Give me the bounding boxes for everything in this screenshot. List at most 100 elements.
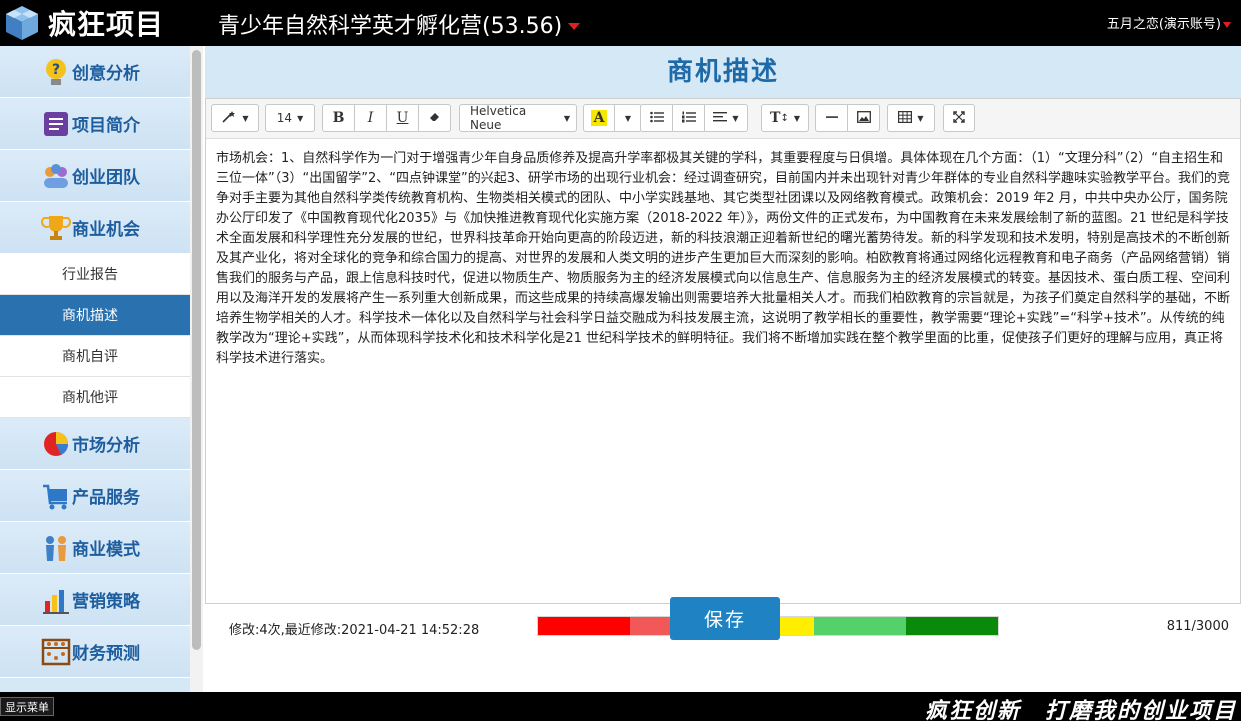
svg-text:?: ?: [52, 62, 60, 78]
chevron-down-icon: ▼: [563, 113, 570, 123]
align-dropdown[interactable]: ▼: [704, 104, 748, 132]
sidebar-item-product-service[interactable]: 产品服务: [0, 470, 190, 522]
modification-info: 修改:4次,最近修改:2021-04-21 14:52:28: [229, 623, 480, 638]
user-menu[interactable]: 五月之恋(演示账号): [1107, 13, 1231, 32]
expand-icon: [953, 110, 965, 126]
user-name: 五月之恋(演示账号): [1106, 17, 1221, 32]
editor-content[interactable]: 市场机会：1、自然科学作为一门对于增强青少年自身品质修养及提高升学率都极其关键的…: [216, 149, 1232, 369]
font-family-value: Helvetica Neue: [470, 104, 527, 132]
underline-label: U: [396, 110, 409, 126]
sidebar-item-project-intro[interactable]: 项目简介: [0, 98, 190, 150]
format-group: B I U: [322, 104, 451, 132]
fullscreen-group: [943, 104, 975, 132]
sidebar-item-label: 市场分析: [72, 436, 140, 456]
project-title: 青少年自然科学英才孵化营(53.56): [218, 14, 563, 39]
app-logo[interactable]: 疯狂项目: [2, 3, 164, 43]
bold-label: B: [332, 110, 345, 126]
progress-segment-5: [906, 617, 998, 635]
sidebar-subitem-industry-report[interactable]: 行业报告: [0, 254, 190, 295]
color-group: A ▼: [583, 104, 642, 132]
sidebar-item-label: 创意分析: [72, 64, 140, 84]
sidebar-item-market-analysis[interactable]: 市场分析: [0, 418, 190, 470]
chevron-down-icon: ▼: [917, 113, 924, 123]
horizontal-rule-button[interactable]: [815, 104, 848, 132]
chevron-down-icon: ▼: [297, 113, 304, 123]
lightbulb-question-icon: ?: [40, 56, 72, 88]
chevron-down-icon: ▼: [242, 113, 249, 123]
font-size-dropdown[interactable]: 14 ▼: [265, 104, 315, 132]
bar-chart-icon: [40, 584, 72, 616]
image-icon: [856, 110, 871, 126]
insert-table-dropdown[interactable]: ▼: [887, 104, 935, 132]
cart-icon: [40, 480, 72, 512]
eraser-icon: [429, 111, 441, 126]
line-height-group: T ↕ ▼: [761, 104, 809, 132]
project-selector[interactable]: 青少年自然科学英才孵化营(53.56): [218, 8, 581, 40]
highlight-icon: A: [590, 110, 608, 126]
sidebar-subitem-self-assessment[interactable]: 商机自评: [0, 336, 190, 377]
underline-button[interactable]: U: [386, 104, 419, 132]
chevron-down-icon: ▼: [732, 113, 739, 123]
page-title: 商机描述: [666, 57, 779, 87]
chevron-down-icon: [1223, 21, 1231, 28]
numbered-list-icon: [681, 111, 696, 126]
progress-segment-1: [538, 617, 630, 635]
logo-text: 疯狂项目: [48, 8, 165, 41]
sidebar-subitem-opportunity-description[interactable]: 商机描述: [0, 295, 190, 336]
table-group: ▼: [887, 104, 935, 132]
sidebar-item-team[interactable]: 创业团队: [0, 150, 190, 202]
updown-icon: ↕: [780, 112, 789, 124]
main-panel: 商机描述 ▼ 14 ▼ B I U Helvetica Neue ▼ A ▼ ▼…: [205, 46, 1241, 692]
magic-style-button[interactable]: ▼: [211, 104, 259, 132]
fullscreen-button[interactable]: [943, 104, 975, 132]
top-bar: 疯狂项目 青少年自然科学英才孵化营(53.56) 五月之恋(演示账号): [0, 0, 1241, 46]
text-height-icon: T: [770, 110, 781, 126]
show-menu-button[interactable]: 显示菜单: [0, 697, 54, 716]
align-left-icon: [713, 111, 728, 126]
people-model-icon: [40, 532, 72, 564]
ordered-list-button[interactable]: [672, 104, 705, 132]
insert-image-button[interactable]: [847, 104, 880, 132]
sidebar-item-marketing-strategy[interactable]: 营销策略: [0, 574, 190, 626]
scrollbar-thumb[interactable]: [192, 50, 201, 650]
abacus-icon: [40, 636, 72, 668]
bottom-bar: 显示菜单 疯狂创新 打磨我的创业项目: [0, 692, 1241, 724]
font-size-group: 14 ▼: [265, 104, 315, 132]
sidebar-item-label: 商业模式: [72, 540, 140, 560]
character-counter: 811/3000: [1166, 619, 1229, 634]
italic-label: I: [367, 110, 374, 126]
table-icon: [898, 110, 913, 126]
sidebar-item-business-model[interactable]: 商业模式: [0, 522, 190, 574]
insert-group: [815, 104, 880, 132]
slogan: 疯狂创新 打磨我的创业项目: [924, 699, 1237, 724]
sidebar-item-business-opportunity[interactable]: 商业机会: [0, 202, 190, 254]
sidebar-item-label: 创业团队: [72, 168, 140, 188]
font-size-value: 14: [276, 111, 293, 125]
pie-chart-icon: [40, 428, 72, 460]
sidebar-scrollbar[interactable]: [190, 46, 203, 692]
minus-icon: [825, 111, 838, 126]
bold-button[interactable]: B: [322, 104, 355, 132]
highlight-color-button[interactable]: A: [583, 104, 615, 132]
clear-format-button[interactable]: [418, 104, 451, 132]
cube-logo-icon: [2, 3, 42, 43]
chevron-down-icon: [568, 22, 581, 30]
font-family-dropdown[interactable]: Helvetica Neue ▼: [459, 104, 577, 132]
sidebar-item-label: 商业机会: [72, 220, 140, 240]
save-button[interactable]: 保存: [670, 597, 780, 640]
sidebar-item-label: 财务预测: [72, 644, 140, 664]
bullet-list-icon: [649, 111, 664, 126]
italic-button[interactable]: I: [354, 104, 387, 132]
sidebar-item-financial-forecast[interactable]: 财务预测: [0, 626, 190, 678]
trophy-icon: [40, 212, 72, 244]
progress-segment-4: [814, 617, 906, 635]
sidebar-subitem-peer-assessment[interactable]: 商机他评: [0, 377, 190, 418]
chevron-down-icon: ▼: [793, 113, 800, 123]
sidebar-item-creative-analysis[interactable]: ? 创意分析: [0, 46, 190, 98]
editor-toolbar: ▼ 14 ▼ B I U Helvetica Neue ▼ A ▼ ▼ T ↕ …: [206, 99, 1240, 139]
document-icon: [40, 108, 72, 140]
font-family-group: Helvetica Neue ▼: [459, 104, 577, 132]
unordered-list-button[interactable]: [640, 104, 673, 132]
line-height-dropdown[interactable]: T ↕ ▼: [761, 104, 809, 132]
color-dropdown-button[interactable]: ▼: [614, 104, 642, 132]
